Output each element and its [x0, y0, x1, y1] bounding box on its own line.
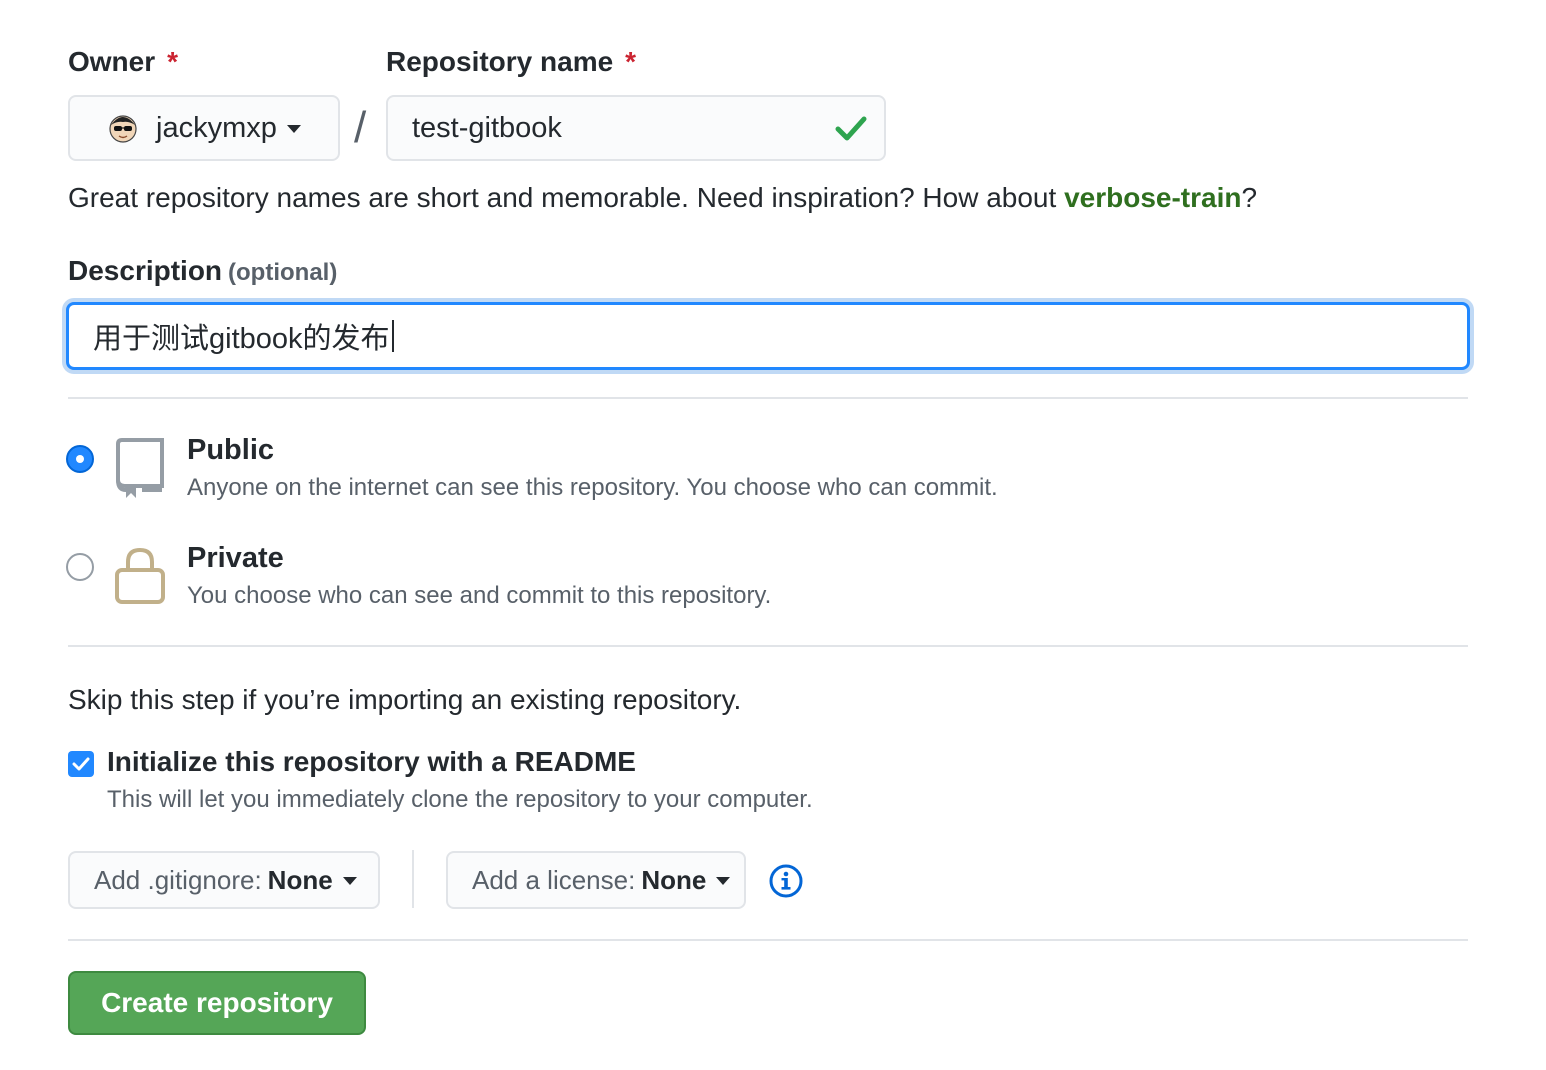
private-radio[interactable] [66, 553, 94, 581]
gitignore-label: Add .gitignore: [94, 864, 262, 895]
check-icon [835, 116, 867, 141]
public-title: Public [187, 434, 275, 466]
description-input[interactable]: 用于测试gitbook的发布 [66, 302, 1470, 370]
license-label: Add a license: [472, 864, 636, 895]
private-title: Private [187, 542, 284, 574]
description-optional: (optional) [228, 259, 338, 286]
public-radio[interactable] [66, 445, 94, 473]
hint-text: Great repository names are short and mem… [68, 182, 1065, 213]
gitignore-select-button[interactable]: Add .gitignore: None [68, 851, 380, 909]
owner-label: Owner * [68, 46, 178, 78]
skip-hint: Skip this step if you’re importing an ex… [68, 684, 742, 715]
license-value: None [641, 864, 707, 895]
text-cursor [391, 320, 394, 352]
readme-label[interactable]: Initialize this repository with a README [107, 746, 636, 778]
create-repository-button[interactable]: Create repository [68, 971, 366, 1035]
repo-name-value: test-gitbook [412, 111, 562, 144]
vertical-divider [412, 850, 414, 908]
description-label-text: Description [68, 255, 223, 286]
owner-required-mark: * [167, 46, 179, 77]
divider [68, 645, 1468, 647]
repo-name-label-text: Repository name [386, 46, 614, 77]
owner-select-button[interactable]: jackymxp [68, 95, 340, 161]
repo-icon [116, 438, 164, 498]
description-label: Description (optional) [68, 255, 337, 287]
lock-icon [115, 547, 165, 604]
private-description: You choose who can see and commit to thi… [187, 582, 772, 609]
repo-name-required-mark: * [625, 46, 637, 77]
avatar-icon [109, 115, 137, 143]
owner-repo-separator: / [354, 103, 367, 152]
name-suggestion-link[interactable]: verbose-train [1064, 182, 1241, 213]
description-value: 用于测试gitbook的发布 [93, 323, 390, 355]
divider [68, 939, 1468, 941]
owner-name: jackymxp [156, 111, 277, 144]
hint-suffix: ? [1241, 182, 1258, 213]
chevron-down-icon [286, 125, 301, 133]
owner-label-text: Owner [68, 46, 156, 77]
readme-description: This will let you immediately clone the … [107, 786, 813, 813]
gitignore-value: None [267, 864, 333, 895]
license-select-button[interactable]: Add a license: None [446, 851, 746, 909]
public-description: Anyone on the internet can see this repo… [187, 474, 998, 501]
chevron-down-icon [342, 877, 357, 885]
chevron-down-icon [716, 877, 731, 885]
repo-name-hint: Great repository names are short and mem… [68, 182, 1257, 214]
repo-name-input[interactable]: test-gitbook [386, 95, 886, 161]
divider [68, 397, 1468, 399]
repo-name-label: Repository name * [386, 46, 636, 78]
readme-checkbox[interactable] [68, 751, 94, 777]
info-icon[interactable] [768, 863, 804, 899]
checkmark-icon [72, 757, 90, 771]
